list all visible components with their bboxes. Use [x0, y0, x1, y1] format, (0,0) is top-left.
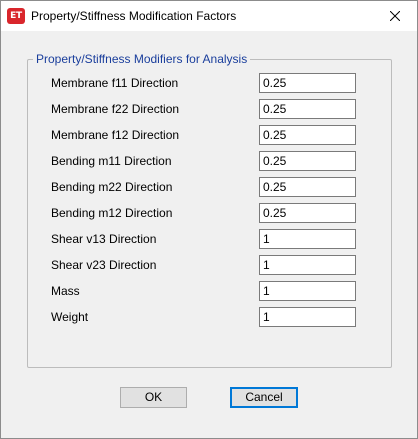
bending-m22-input[interactable]: [259, 177, 356, 197]
modifier-row-weight: Weight: [28, 307, 391, 329]
row-label: Shear v13 Direction: [51, 232, 157, 246]
ok-button[interactable]: OK: [120, 387, 187, 408]
mass-input[interactable]: [259, 281, 356, 301]
dialog-window: ET Property/Stiffness Modification Facto…: [0, 0, 418, 439]
modifier-row-bending-m12: Bending m12 Direction: [28, 203, 391, 225]
modifier-row-bending-m11: Bending m11 Direction: [28, 151, 391, 173]
membrane-f12-input[interactable]: [259, 125, 356, 145]
group-legend: Property/Stiffness Modifiers for Analysi…: [33, 52, 251, 66]
shear-v23-input[interactable]: [259, 255, 356, 275]
weight-input[interactable]: [259, 307, 356, 327]
close-button[interactable]: [373, 1, 417, 31]
shear-v13-input[interactable]: [259, 229, 356, 249]
modifier-row-mass: Mass: [28, 281, 391, 303]
modifiers-group: Property/Stiffness Modifiers for Analysi…: [27, 52, 392, 368]
row-label: Shear v23 Direction: [51, 258, 157, 272]
title-bar[interactable]: ET Property/Stiffness Modification Facto…: [1, 1, 417, 31]
modifier-row-shear-v13: Shear v13 Direction: [28, 229, 391, 251]
bending-m12-input[interactable]: [259, 203, 356, 223]
row-label: Bending m22 Direction: [51, 180, 173, 194]
row-label: Bending m12 Direction: [51, 206, 173, 220]
window-title: Property/Stiffness Modification Factors: [31, 9, 237, 23]
bending-m11-input[interactable]: [259, 151, 356, 171]
row-label: Membrane f22 Direction: [51, 102, 180, 116]
cancel-button[interactable]: Cancel: [230, 387, 298, 408]
modifier-row-bending-m22: Bending m22 Direction: [28, 177, 391, 199]
modifier-row-membrane-f22: Membrane f22 Direction: [28, 99, 391, 121]
modifier-row-shear-v23: Shear v23 Direction: [28, 255, 391, 277]
row-label: Bending m11 Direction: [51, 154, 172, 168]
modifier-row-membrane-f11: Membrane f11 Direction: [28, 73, 391, 95]
row-label: Mass: [51, 284, 80, 298]
modifier-row-membrane-f12: Membrane f12 Direction: [28, 125, 391, 147]
row-label: Weight: [51, 310, 89, 324]
membrane-f11-input[interactable]: [259, 73, 356, 93]
app-logo-icon: ET: [7, 8, 25, 24]
close-icon: [390, 11, 400, 21]
row-label: Membrane f12 Direction: [51, 128, 180, 142]
membrane-f22-input[interactable]: [259, 99, 356, 119]
row-label: Membrane f11 Direction: [51, 76, 179, 90]
